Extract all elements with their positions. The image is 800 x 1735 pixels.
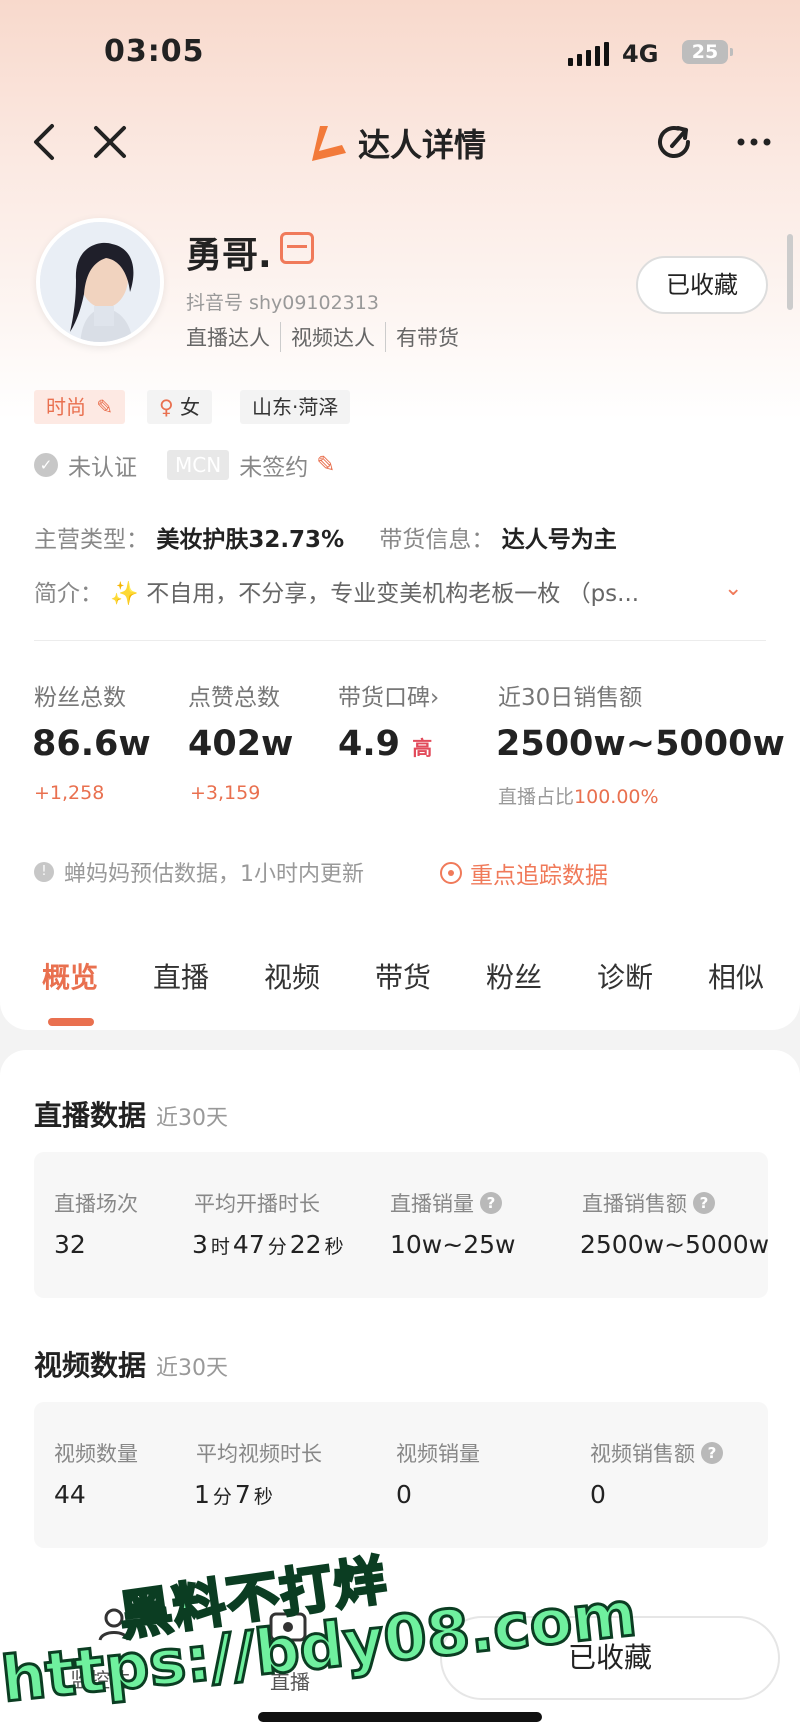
fans-value: 86.6w <box>32 724 151 764</box>
video-sales-amount-label: 视频销售额? <box>590 1438 723 1468</box>
reputation-value: 4.9 <box>338 724 401 764</box>
tab-diagnose[interactable]: 诊断 <box>597 956 653 996</box>
tab-similar[interactable]: 相似 <box>708 956 764 996</box>
video-count-label: 视频数量 <box>54 1442 138 1466</box>
cert-row: ✓ 未认证 MCN 未签约 ✎ <box>34 448 335 482</box>
tab-overview[interactable]: 概览 <box>42 956 98 996</box>
sales30-value: 2500w~5000w <box>496 724 785 764</box>
reputation-label[interactable]: 带货口碑› <box>338 678 439 712</box>
page-title: 达人详情 <box>358 126 487 164</box>
mcn-badge: MCN <box>167 450 230 480</box>
tab-fans[interactable]: 粉丝 <box>486 956 542 996</box>
intro-label: 简介： <box>34 581 103 607</box>
likes-delta: +3,159 <box>190 782 261 804</box>
battery-icon: 25 <box>682 40 733 64</box>
target-icon <box>440 862 462 884</box>
cert-status: 未认证 <box>68 455 137 481</box>
sales-info-label: 带货信息： <box>379 527 495 553</box>
profile-name: 勇哥. <box>186 235 272 276</box>
tab-live[interactable]: 直播 <box>153 956 209 996</box>
more-icon[interactable] <box>736 132 772 151</box>
tab-video[interactable]: 视频 <box>264 956 320 996</box>
signal-icon <box>568 42 609 66</box>
main-type-value: 美妆护肤32.73% <box>156 527 345 553</box>
intro-text: ✨ 不自用，不分享，专业变美机构老板一枚 （ps... <box>110 581 640 607</box>
status-time: 03:05 <box>104 34 205 69</box>
region-tag: 山东·菏泽 <box>240 390 351 424</box>
close-icon[interactable] <box>92 124 128 167</box>
role-tag: 有带货 <box>385 322 459 352</box>
edit-icon[interactable]: ✎ <box>96 395 113 419</box>
help-icon[interactable]: ? <box>701 1442 723 1464</box>
female-icon: ♀ <box>159 395 174 419</box>
back-icon[interactable] <box>30 122 56 169</box>
help-icon[interactable]: ? <box>693 1192 715 1214</box>
live-avg-duration-value: 3 时 47 分 22 秒 <box>192 1230 344 1259</box>
live-section-title: 直播数据 近30天 <box>34 1099 229 1132</box>
video-avg-duration-value: 1分7秒 <box>194 1480 273 1509</box>
favorite-button[interactable]: 已收藏 <box>636 256 768 314</box>
mcn-status: 未签约 <box>239 455 309 481</box>
live-sales-amount-value: 2500w~5000w <box>580 1230 770 1259</box>
track-data-link[interactable]: 重点追踪数据 <box>440 856 608 890</box>
chevron-down-icon[interactable]: ⌄ <box>724 576 742 601</box>
nav-title-group: 达人详情 <box>306 120 486 166</box>
check-icon: ✓ <box>34 453 58 477</box>
live-data-panel <box>34 1152 768 1298</box>
live-share: 直播占比100.00% <box>498 786 659 808</box>
sales-info-value: 达人号为主 <box>501 527 617 553</box>
video-sales-volume-value: 0 <box>396 1480 412 1509</box>
video-count-value: 44 <box>54 1480 86 1509</box>
help-icon[interactable]: ? <box>480 1192 502 1214</box>
video-sales-volume-label: 视频销量 <box>396 1442 480 1466</box>
divider <box>34 640 766 641</box>
video-sales-amount-value: 0 <box>590 1480 606 1509</box>
live-sales-volume-label: 直播销量? <box>390 1188 502 1218</box>
live-sales-volume-value: 10w~25w <box>390 1230 516 1259</box>
info-icon: ! <box>34 862 54 882</box>
likes-value: 402w <box>188 724 294 764</box>
fans-delta: +1,258 <box>34 782 105 804</box>
edit-icon[interactable]: ✎ <box>316 452 335 478</box>
active-tab-indicator <box>48 1018 94 1026</box>
live-count-value: 32 <box>54 1230 86 1259</box>
sales30-label: 近30日销售额 <box>498 685 643 711</box>
shop-icon[interactable] <box>280 232 314 264</box>
douyin-id: 抖音号 shy09102313 <box>186 292 379 314</box>
main-info-row: 主营类型： 美妆护肤32.73% 带货信息： 达人号为主 <box>34 520 617 554</box>
reputation-value-group: 4.9 高 <box>338 724 432 764</box>
live-avg-duration-label: 平均开播时长 <box>194 1192 320 1216</box>
reputation-level: 高 <box>412 736 433 760</box>
video-section-title: 视频数据 近30天 <box>34 1349 229 1382</box>
role-tag: 直播达人 <box>186 326 270 350</box>
live-count-label: 直播场次 <box>54 1192 138 1216</box>
app-logo-icon <box>306 123 348 163</box>
video-data-panel <box>34 1402 768 1548</box>
role-list: 直播达人 视频达人 有带货 <box>186 322 459 352</box>
intro-row[interactable]: 简介： ✨ 不自用，不分享，专业变美机构老板一枚 （ps... <box>34 574 754 608</box>
data-notice: ! 蝉妈妈预估数据，1小时内更新 <box>34 856 364 888</box>
fans-label: 粉丝总数 <box>34 685 126 711</box>
video-avg-duration-label: 平均视频时长 <box>196 1442 322 1466</box>
share-icon[interactable] <box>652 120 696 168</box>
avatar <box>36 218 164 346</box>
likes-label: 点赞总数 <box>188 685 280 711</box>
live-sales-amount-label: 直播销售额? <box>582 1188 715 1218</box>
tab-sales[interactable]: 带货 <box>375 956 431 996</box>
role-tag: 视频达人 <box>280 322 375 352</box>
main-type-label: 主营类型： <box>34 527 149 553</box>
home-indicator <box>258 1712 542 1722</box>
network-label: 4G <box>622 40 659 68</box>
gender-tag: ♀ 女 <box>147 390 213 424</box>
category-tag[interactable]: 时尚 ✎ <box>34 390 126 424</box>
scrollbar[interactable] <box>787 234 793 310</box>
